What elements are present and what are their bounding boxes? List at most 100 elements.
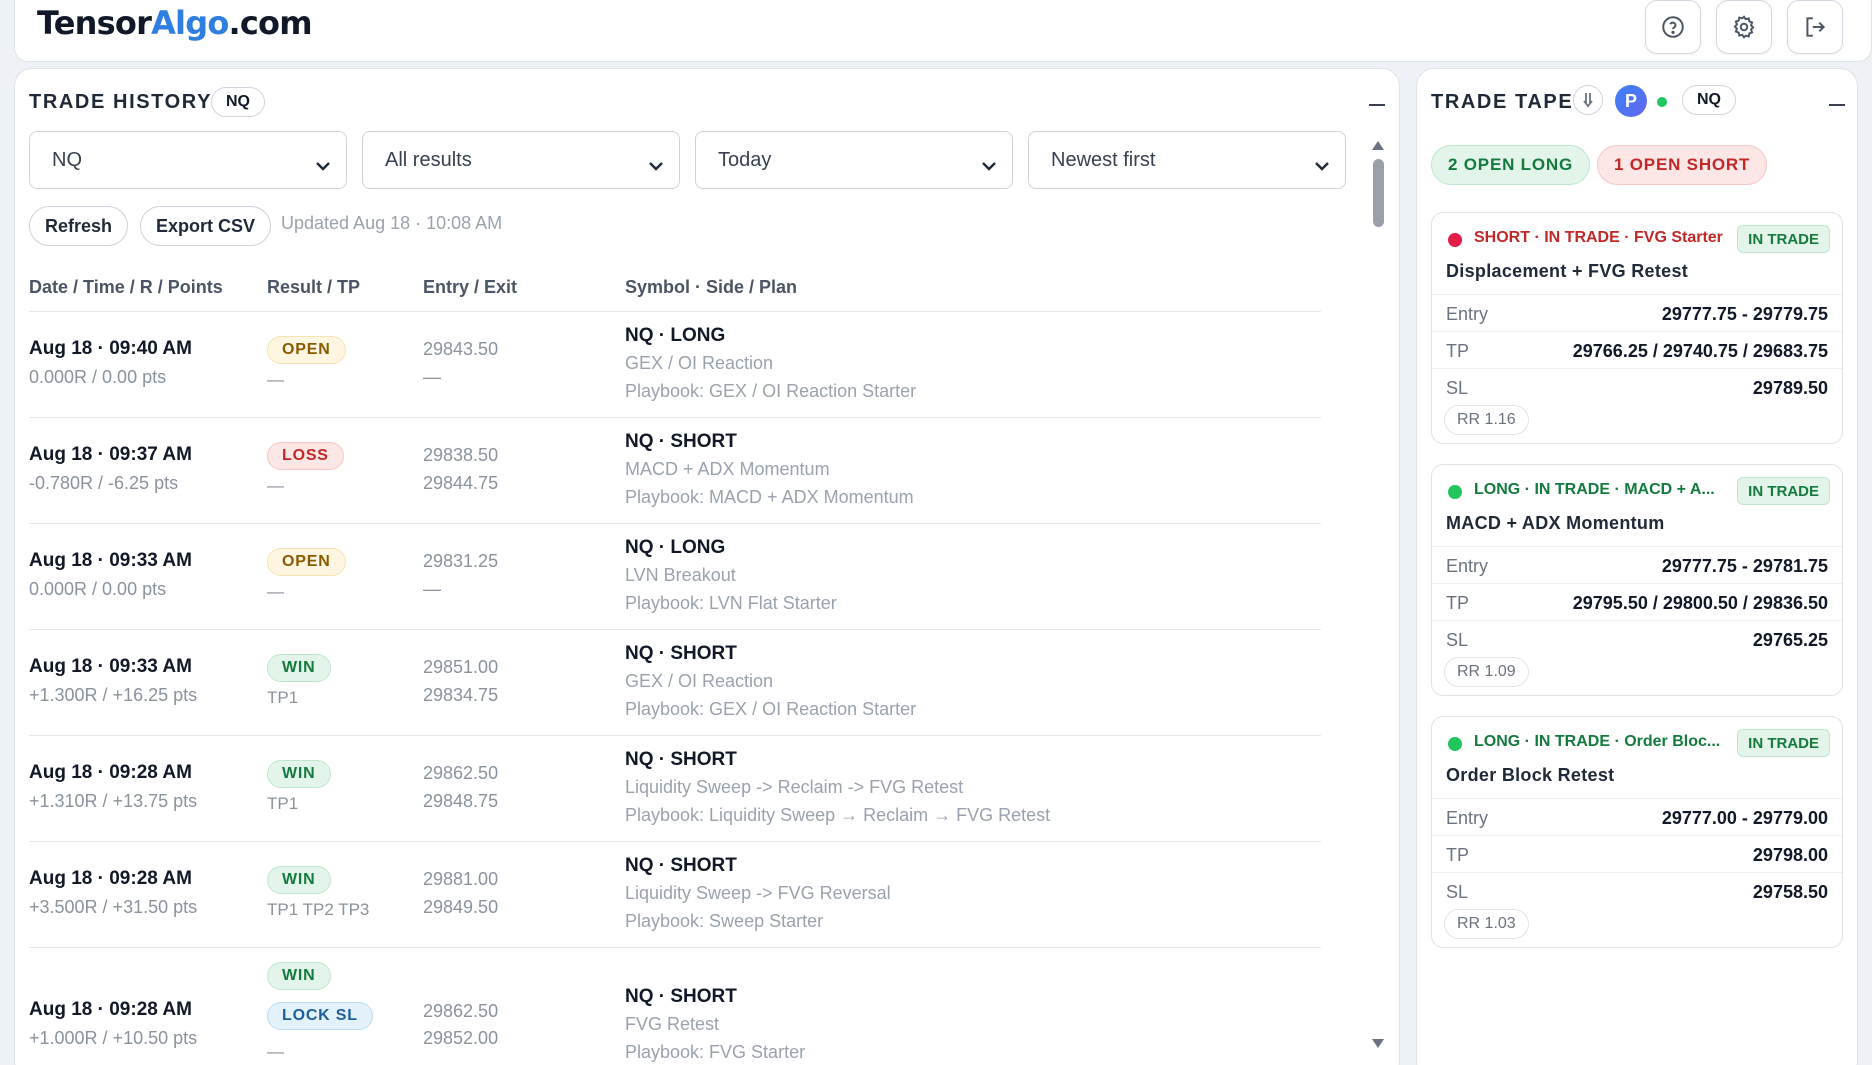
sl-value: 29758.50 [1752, 882, 1828, 902]
table-row[interactable]: Aug 18 · 09:28 AM +3.500R / +31.50 pts W… [29, 842, 1321, 948]
card-header: LONG · IN TRADE · Order Bloc... [1474, 733, 1721, 750]
row-date: Aug 18 · 09:33 AM [29, 550, 192, 571]
download-button[interactable] [1573, 85, 1603, 115]
rr-badge: RR 1.16 [1444, 405, 1529, 435]
status-badge: IN TRADE [1737, 477, 1830, 505]
divider [1432, 546, 1842, 547]
rr-badge: RR 1.03 [1444, 909, 1529, 939]
row-exit: 29848.75 [423, 791, 499, 811]
row-strategy: LVN Breakout [625, 565, 736, 585]
tp-label: TP [1446, 341, 1470, 361]
row-symbol-side: NQ · SHORT [625, 986, 737, 1007]
card-header: SHORT · IN TRADE · FVG Starter [1474, 229, 1723, 246]
tape-minimize-button[interactable] [1829, 104, 1845, 106]
symbol-select-value: NQ [52, 148, 82, 171]
row-exit: — [423, 579, 441, 599]
long-side-dot [1448, 485, 1462, 499]
entry-value: 29777.00 - 29779.00 [1661, 808, 1828, 828]
scroll-down-arrow[interactable] [1372, 1039, 1384, 1048]
table-row[interactable]: Aug 18 · 09:40 AM 0.000R / 0.00 pts OPEN… [29, 312, 1321, 418]
scrollbar-thumb[interactable] [1373, 159, 1384, 227]
open-short-count[interactable]: 1 OPEN SHORT [1597, 145, 1768, 185]
card-header: LONG · IN TRADE · MACD + A... [1474, 481, 1715, 498]
divider [1432, 620, 1842, 621]
logout-button[interactable] [1787, 0, 1843, 54]
sort-select-value: Newest first [1051, 148, 1156, 171]
table-row[interactable]: Aug 18 · 09:33 AM 0.000R / 0.00 pts OPEN… [29, 524, 1321, 630]
divider [1432, 835, 1842, 836]
row-tp: — [267, 370, 284, 389]
row-symbol-side: NQ · LONG [625, 537, 726, 558]
row-playbook: Playbook: GEX / OI Reaction Starter [625, 381, 917, 401]
status-badge: WIN [267, 760, 331, 788]
row-tp: — [267, 582, 284, 601]
column-header-date[interactable]: Date / Time / R / Points [29, 277, 223, 298]
history-minimize-button[interactable] [1369, 104, 1385, 106]
tp-value: 29795.50 / 29800.50 / 29836.50 [1572, 593, 1828, 613]
tp-value: 29766.25 / 29740.75 / 29683.75 [1572, 341, 1828, 361]
symbol-select[interactable]: NQ [29, 131, 347, 189]
status-badge: IN TRADE [1737, 729, 1830, 757]
row-entry: 29843.50 [423, 339, 499, 359]
export-csv-button[interactable]: Export CSV [140, 206, 272, 246]
updated-timestamp: Updated Aug 18 · 10:08 AM [281, 213, 503, 233]
refresh-button[interactable]: Refresh [29, 206, 129, 246]
logo[interactable]: TensorAlgo.com [37, 4, 313, 42]
help-icon [1662, 16, 1684, 38]
row-strategy: Liquidity Sweep -> Reclaim -> FVG Retest [625, 777, 964, 797]
row-strategy: Liquidity Sweep -> FVG Reversal [625, 883, 891, 903]
result-select[interactable]: All results [362, 131, 680, 189]
row-date: Aug 18 · 09:33 AM [29, 656, 192, 677]
table-row[interactable]: Aug 18 · 09:28 AM +1.000R / +10.50 pts W… [29, 948, 1321, 1065]
column-header-entry[interactable]: Entry / Exit [423, 277, 517, 298]
row-strategy: GEX / OI Reaction [625, 671, 774, 691]
trade-card[interactable]: SHORT · IN TRADE · FVG Starter IN TRADE … [1431, 212, 1843, 444]
profile-badge[interactable]: P [1615, 85, 1647, 117]
status-badge: OPEN [267, 548, 346, 576]
trade-tape-title: TRADE TAPE [1431, 91, 1574, 113]
settings-button[interactable] [1716, 0, 1772, 54]
row-strategy: MACD + ADX Momentum [625, 459, 830, 479]
entry-value: 29777.75 - 29779.75 [1661, 304, 1828, 324]
row-playbook: Playbook: GEX / OI Reaction Starter [625, 699, 917, 719]
row-exit: 29852.00 [423, 1028, 499, 1048]
divider [1432, 331, 1842, 332]
row-tp: — [267, 476, 284, 495]
table-row[interactable]: Aug 18 · 09:37 AM -0.780R / -6.25 pts LO… [29, 418, 1321, 524]
row-tp: TP1 [267, 688, 299, 707]
row-playbook: Playbook: FVG Starter [625, 1042, 806, 1062]
row-symbol-side: NQ · SHORT [625, 643, 737, 664]
column-header-symbol[interactable]: Symbol · Side / Plan [625, 277, 797, 298]
sl-label: SL [1446, 630, 1469, 650]
row-playbook: Playbook: LVN Flat Starter [625, 593, 837, 613]
divider [1432, 872, 1842, 873]
row-exit: — [423, 367, 441, 387]
row-entry: 29881.00 [423, 869, 499, 889]
row-r-points: +1.000R / +10.50 pts [29, 1028, 198, 1048]
tape-symbol-badge: NQ [1682, 85, 1736, 115]
row-date: Aug 18 · 09:28 AM [29, 868, 192, 889]
status-badge: LOSS [267, 442, 344, 470]
sort-select[interactable]: Newest first [1028, 131, 1346, 189]
table-row[interactable]: Aug 18 · 09:33 AM +1.300R / +16.25 pts W… [29, 630, 1321, 736]
row-r-points: 0.000R / 0.00 pts [29, 579, 167, 599]
column-header-result[interactable]: Result / TP [267, 277, 360, 298]
row-tp: TP1 [267, 794, 299, 813]
top-bar: TensorAlgo.com [14, 0, 1872, 62]
trade-card[interactable]: LONG · IN TRADE · MACD + A... IN TRADE M… [1431, 464, 1843, 696]
table-row[interactable]: Aug 18 · 09:28 AM +1.310R / +13.75 pts W… [29, 736, 1321, 842]
row-date: Aug 18 · 09:28 AM [29, 999, 192, 1020]
help-button[interactable] [1645, 0, 1701, 54]
open-long-count[interactable]: 2 OPEN LONG [1431, 145, 1590, 185]
lock-sl-badge: LOCK SL [267, 1002, 373, 1030]
range-select[interactable]: Today [695, 131, 1013, 189]
row-entry: 29838.50 [423, 445, 499, 465]
row-tp: TP1 TP2 TP3 [267, 900, 370, 919]
row-tp: — [267, 1042, 284, 1061]
tp-label: TP [1446, 845, 1470, 865]
tp-value: 29798.00 [1752, 845, 1828, 865]
scroll-up-arrow[interactable] [1372, 141, 1384, 150]
row-r-points: +3.500R / +31.50 pts [29, 897, 198, 917]
chevron-down-icon [982, 154, 996, 171]
trade-card[interactable]: LONG · IN TRADE · Order Bloc... IN TRADE… [1431, 716, 1843, 948]
